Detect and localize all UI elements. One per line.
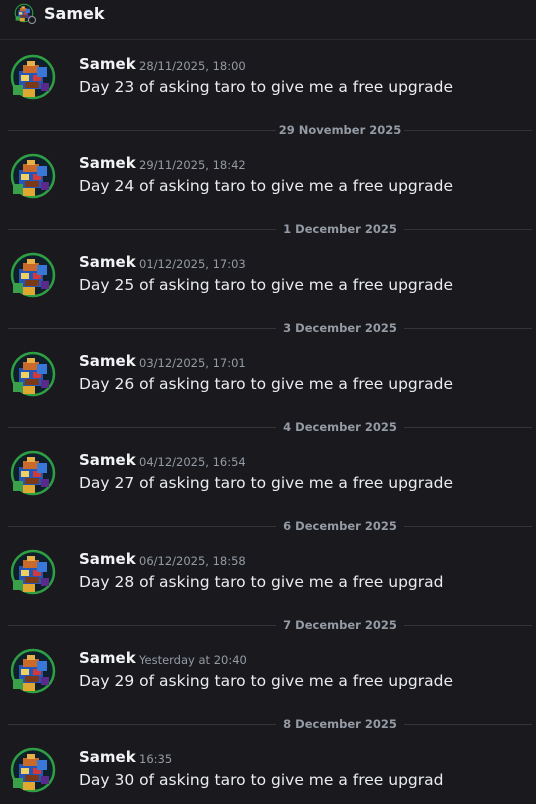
message-timestamp: 03/12/2025, 17:01 — [139, 356, 246, 370]
offline-status-icon — [28, 16, 36, 24]
message[interactable]: Samek 28/11/2025, 18:00 Day 23 of asking… — [0, 41, 536, 122]
message[interactable]: Samek 03/12/2025, 17:01 Day 26 of asking… — [0, 338, 536, 419]
date-divider: 6 December 2025 — [0, 518, 536, 536]
message-timestamp: 28/11/2025, 18:00 — [139, 59, 246, 73]
message[interactable]: Samek 04/12/2025, 16:54 Day 27 of asking… — [0, 437, 536, 518]
message-timestamp: 04/12/2025, 16:54 — [139, 455, 246, 469]
pixel-art-avatar-icon[interactable] — [9, 647, 57, 695]
message-text: Day 27 of asking taro to give me a free … — [79, 474, 454, 492]
date-divider-label: 29 November 2025 — [278, 123, 402, 137]
date-divider-label: 8 December 2025 — [283, 717, 397, 731]
dm-channel: Samek Samek 28/11/2025, 18:00 Day 23 of … — [0, 0, 536, 804]
date-divider-label: 4 December 2025 — [283, 420, 397, 434]
message-timestamp: 06/12/2025, 18:58 — [139, 554, 246, 568]
date-divider: 29 November 2025 — [0, 122, 536, 140]
date-divider: 1 December 2025 — [0, 221, 536, 239]
message-text: Day 29 of asking taro to give me a free … — [79, 672, 454, 690]
message-text: Day 23 of asking taro to give me a free … — [79, 78, 454, 96]
message[interactable]: Samek 01/12/2025, 17:03 Day 25 of asking… — [0, 239, 536, 320]
pixel-art-avatar-icon[interactable] — [9, 152, 57, 200]
date-divider: 7 December 2025 — [0, 617, 536, 635]
pixel-art-avatar-icon[interactable] — [9, 350, 57, 398]
message-author[interactable]: Samek — [79, 748, 136, 766]
pixel-art-avatar-icon[interactable] — [9, 449, 57, 497]
message[interactable]: Samek 06/12/2025, 18:58 Day 28 of asking… — [0, 536, 536, 617]
pixel-art-avatar-icon[interactable] — [9, 746, 57, 794]
message-timestamp: Yesterday at 20:40 — [139, 653, 247, 667]
message[interactable]: Samek Yesterday at 20:40 Day 29 of askin… — [0, 635, 536, 716]
date-divider-label: 6 December 2025 — [283, 519, 397, 533]
message-text: Day 25 of asking taro to give me a free … — [79, 276, 454, 294]
message-author[interactable]: Samek — [79, 253, 136, 271]
channel-title[interactable]: Samek — [44, 4, 104, 23]
date-divider: 4 December 2025 — [0, 419, 536, 437]
date-divider: 8 December 2025 — [0, 716, 536, 734]
message-text: Day 30 of asking taro to give me a free … — [79, 771, 444, 789]
message-timestamp: 01/12/2025, 17:03 — [139, 257, 246, 271]
message[interactable]: Samek 16:35 Day 30 of asking taro to giv… — [0, 734, 536, 804]
message-author[interactable]: Samek — [79, 451, 136, 469]
message-feed[interactable]: Samek 28/11/2025, 18:00 Day 23 of asking… — [0, 41, 536, 804]
date-divider: 3 December 2025 — [0, 320, 536, 338]
message-text: Day 24 of asking taro to give me a free … — [79, 177, 454, 195]
pixel-art-avatar-icon[interactable] — [9, 251, 57, 299]
pixel-art-avatar-icon[interactable] — [9, 53, 57, 101]
message-timestamp: 29/11/2025, 18:42 — [139, 158, 246, 172]
channel-header: Samek — [0, 0, 536, 40]
message-text: Day 28 of asking taro to give me a free … — [79, 573, 444, 591]
message-timestamp: 16:35 — [139, 752, 173, 766]
pixel-art-avatar-icon[interactable] — [9, 548, 57, 596]
message[interactable]: Samek 29/11/2025, 18:42 Day 24 of asking… — [0, 140, 536, 221]
date-divider-label: 1 December 2025 — [283, 222, 397, 236]
message-author[interactable]: Samek — [79, 649, 136, 667]
message-author[interactable]: Samek — [79, 352, 136, 370]
message-author[interactable]: Samek — [79, 55, 136, 73]
message-author[interactable]: Samek — [79, 550, 136, 568]
message-author[interactable]: Samek — [79, 154, 136, 172]
date-divider-label: 3 December 2025 — [283, 321, 397, 335]
message-text: Day 26 of asking taro to give me a free … — [79, 375, 454, 393]
date-divider-label: 7 December 2025 — [283, 618, 397, 632]
